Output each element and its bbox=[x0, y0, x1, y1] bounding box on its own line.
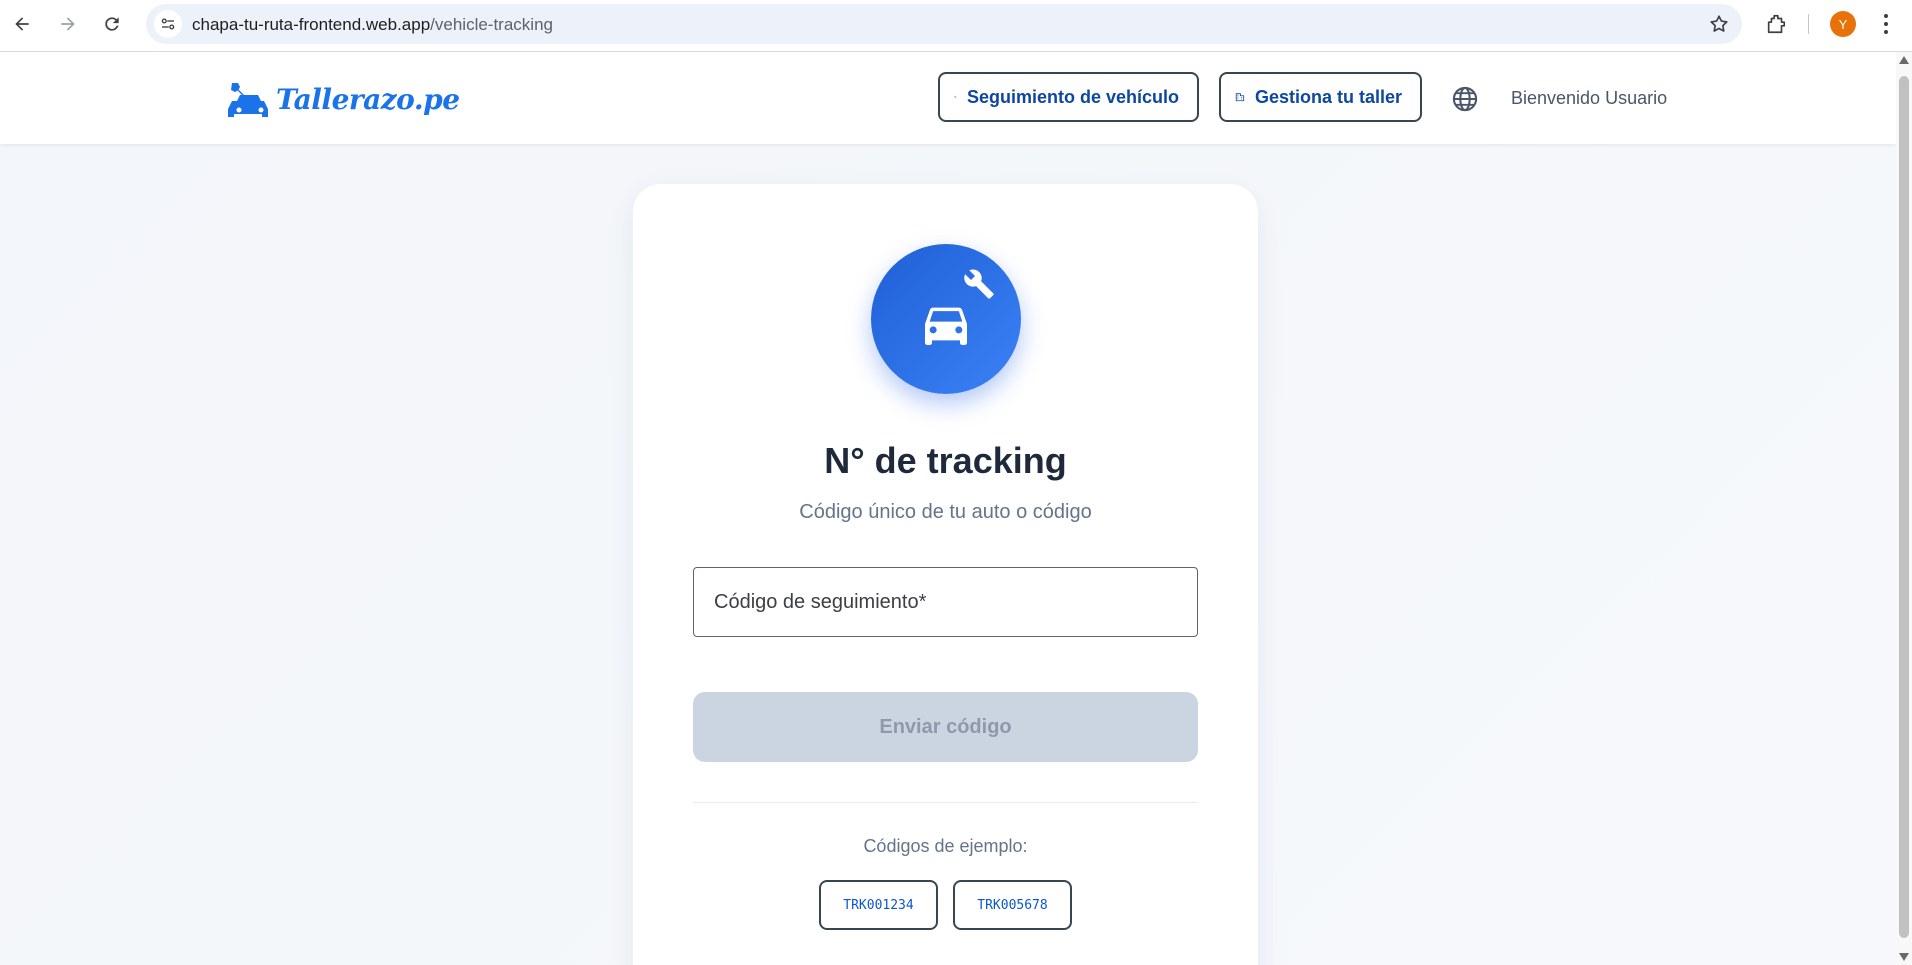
site-info-icon bbox=[161, 18, 175, 30]
divider bbox=[693, 802, 1198, 803]
vehicle-tracking-button[interactable]: Seguimiento de vehículo bbox=[938, 72, 1199, 122]
forward-button[interactable] bbox=[52, 8, 84, 40]
manage-workshop-label: Gestiona tu taller bbox=[1254, 86, 1402, 107]
back-button[interactable] bbox=[6, 8, 38, 40]
scroll-thumb[interactable] bbox=[1899, 76, 1909, 938]
car-wrench-logo-icon bbox=[228, 83, 268, 117]
profile-avatar[interactable]: Y bbox=[1830, 11, 1856, 37]
logo-text: Tallerazo.pe bbox=[276, 82, 460, 116]
hero-badge bbox=[871, 244, 1021, 394]
address-bar[interactable]: chapa-tu-ruta-frontend.web.app/vehicle-t… bbox=[146, 4, 1742, 44]
extensions-button[interactable] bbox=[1762, 10, 1790, 38]
bookmark-star-icon[interactable] bbox=[1708, 13, 1730, 35]
logo[interactable]: Tallerazo.pe bbox=[224, 72, 460, 126]
building-icon bbox=[1235, 93, 1245, 102]
example-code-chip[interactable]: TRK005678 bbox=[953, 880, 1072, 930]
tracking-code-input[interactable] bbox=[694, 568, 1197, 636]
page-title: N° de tracking bbox=[824, 440, 1067, 481]
url-path: /vehicle-tracking bbox=[430, 15, 553, 34]
tracking-card: N° de tracking Código único de tu auto o… bbox=[633, 184, 1258, 965]
scroll-down-arrow[interactable] bbox=[1899, 953, 1909, 961]
manage-workshop-button[interactable]: Gestiona tu taller bbox=[1219, 72, 1422, 122]
app-header: Tallerazo.pe Seguimiento de vehículo Ges… bbox=[0, 52, 1896, 144]
welcome-text: Bienvenido Usuario bbox=[1511, 88, 1668, 108]
page-subtitle: Código único de tu auto o código bbox=[799, 501, 1092, 523]
globe-icon[interactable] bbox=[1451, 85, 1479, 113]
wrench-icon bbox=[964, 269, 994, 299]
forward-icon bbox=[61, 17, 75, 31]
vehicle-tracking-label: Seguimiento de vehículo bbox=[966, 86, 1179, 107]
more-menu-icon bbox=[1884, 14, 1888, 34]
scroll-up-arrow[interactable] bbox=[1899, 56, 1909, 64]
page-viewport: Tallerazo.pe Seguimiento de vehículo Ges… bbox=[0, 52, 1896, 965]
extensions-icon bbox=[1767, 14, 1786, 34]
more-menu-button[interactable] bbox=[1876, 10, 1896, 38]
url-text: chapa-tu-ruta-frontend.web.app/vehicle-t… bbox=[192, 15, 553, 35]
browser-toolbar: chapa-tu-ruta-frontend.web.app/vehicle-t… bbox=[0, 0, 1912, 52]
car-icon bbox=[925, 307, 967, 345]
reload-icon bbox=[105, 17, 119, 31]
example-code-chip[interactable]: TRK001234 bbox=[819, 880, 938, 930]
site-info-button[interactable] bbox=[154, 10, 182, 38]
search-icon bbox=[954, 95, 957, 99]
tracking-code-field[interactable] bbox=[693, 567, 1198, 637]
reload-button[interactable] bbox=[96, 8, 128, 40]
vertical-scrollbar[interactable] bbox=[1896, 52, 1912, 965]
url-host: chapa-tu-ruta-frontend.web.app bbox=[192, 15, 431, 34]
example-codes-label: Códigos de ejemplo: bbox=[863, 836, 1028, 856]
back-icon bbox=[15, 17, 29, 31]
send-code-button[interactable]: Enviar código bbox=[693, 692, 1198, 762]
toolbar-separator bbox=[1808, 14, 1809, 34]
